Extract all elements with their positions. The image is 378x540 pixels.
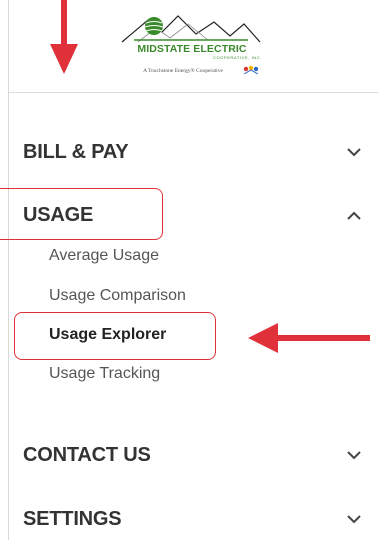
header-divider <box>8 92 378 93</box>
menu-label-contact-us: CONTACT US <box>23 444 151 466</box>
menu-section-contact-us[interactable]: CONTACT US <box>23 444 363 467</box>
highlight-box-usage <box>0 188 163 240</box>
highlight-box-usage-explorer <box>14 312 216 360</box>
menu-label-settings: SETTINGS <box>23 508 122 530</box>
chevron-down-icon[interactable] <box>345 450 363 462</box>
sidebar-border <box>8 0 9 540</box>
chevron-down-icon[interactable] <box>345 147 363 159</box>
logo-subtitle: COOPERATIVE, INC. <box>212 55 262 60</box>
logo-tagline: A Touchstone Energy® Cooperative <box>143 68 223 74</box>
menu-section-bill-pay[interactable]: BILL & PAY <box>23 141 363 164</box>
left-arrow-icon <box>248 323 370 353</box>
submenu-item-usage-comparison[interactable]: Usage Comparison <box>49 287 186 305</box>
touchstone-icon <box>243 65 259 75</box>
menu-section-settings[interactable]: SETTINGS <box>23 508 363 531</box>
company-logo[interactable]: MIDSTATE ELECTRIC COOPERATIVE, INC. A To… <box>118 12 264 78</box>
submenu-item-usage-tracking[interactable]: Usage Tracking <box>49 365 160 383</box>
logo-company-name: MIDSTATE ELECTRIC <box>137 43 247 55</box>
submenu-item-average-usage[interactable]: Average Usage <box>49 247 159 265</box>
chevron-down-icon[interactable] <box>345 514 363 526</box>
down-arrow-icon <box>50 0 78 74</box>
chevron-up-icon[interactable] <box>345 210 363 222</box>
menu-label-bill-pay: BILL & PAY <box>23 141 129 163</box>
